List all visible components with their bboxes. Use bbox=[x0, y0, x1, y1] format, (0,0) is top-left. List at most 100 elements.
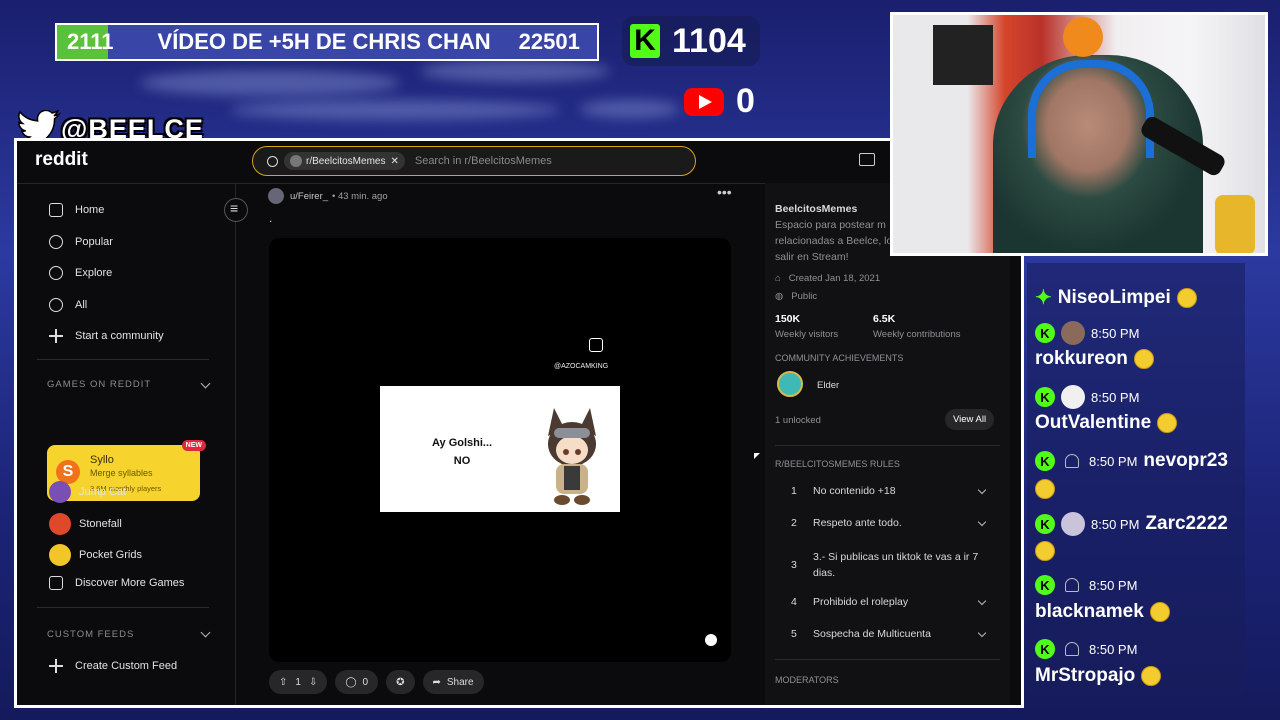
more-options-icon[interactable]: ••• bbox=[717, 184, 732, 200]
search-input[interactable]: Search in r/BeelcitosMemes bbox=[415, 155, 552, 167]
view-all-button[interactable]: View All bbox=[945, 409, 995, 430]
emote-icon bbox=[1176, 287, 1197, 308]
explore-icon bbox=[49, 266, 63, 280]
rule-item[interactable]: 5 Sospecha de Multicuenta bbox=[791, 628, 991, 640]
home-icon bbox=[49, 203, 63, 217]
nav-explore[interactable]: Explore bbox=[49, 266, 112, 280]
advertise-icon[interactable] bbox=[859, 153, 875, 166]
rule-item[interactable]: 3 3.- Si publicas un tiktok te vas a ir 7… bbox=[791, 549, 991, 581]
award-button[interactable]: ✪ bbox=[386, 670, 415, 694]
reddit-topbar: reddit r/BeelcitosMemes ✕ Search in r/Be… bbox=[17, 141, 1021, 184]
game-label: Pocket Grids bbox=[79, 549, 142, 561]
nav-label: All bbox=[75, 299, 88, 311]
gamepad-icon bbox=[49, 576, 63, 590]
kick-logo-icon: K bbox=[630, 24, 660, 58]
chat-username[interactable]: blacknamek bbox=[1035, 601, 1144, 623]
default-avatar-icon bbox=[1065, 454, 1079, 468]
close-icon[interactable]: ✕ bbox=[390, 156, 398, 167]
chat-time: 8:50 PM bbox=[1089, 453, 1138, 469]
chevron-down-icon bbox=[977, 485, 987, 495]
collapse-nav-button[interactable] bbox=[224, 198, 248, 222]
meme-frame: Ay Golshi... NO bbox=[380, 386, 620, 512]
chat-username[interactable]: rokkureon bbox=[1035, 348, 1128, 370]
chat-time: 8:50 PM bbox=[1089, 641, 1138, 657]
left-sidebar: Home Popular Explore All Start a communi… bbox=[17, 183, 236, 705]
create-custom-feed[interactable]: Create Custom Feed bbox=[49, 659, 177, 673]
comments-button[interactable]: ◯ 0 bbox=[335, 670, 379, 694]
chevron-down-icon[interactable] bbox=[200, 378, 211, 389]
subreddit-search-chip[interactable]: r/BeelcitosMemes ✕ bbox=[284, 152, 405, 170]
community-visibility: ◍ Public bbox=[775, 291, 817, 302]
volume-icon[interactable] bbox=[705, 634, 717, 646]
post-actions: ⇧ 1 ⇩ ◯ 0 ✪ ➦ Share bbox=[269, 670, 484, 694]
share-button[interactable]: ➦ Share bbox=[422, 670, 484, 694]
search-bar[interactable]: r/BeelcitosMemes ✕ Search in r/Beelcitos… bbox=[252, 146, 696, 176]
share-icon: ➦ bbox=[432, 676, 441, 688]
chevron-down-icon bbox=[977, 596, 987, 606]
room-window bbox=[933, 25, 993, 85]
weekly-contributions-label: Weekly contributions bbox=[873, 329, 961, 340]
kick-viewers: 1104 bbox=[672, 21, 746, 60]
rule-item[interactable]: 2 Respeto ante todo. bbox=[791, 517, 991, 529]
chat-username[interactable]: OutValentine bbox=[1035, 412, 1151, 434]
chat-username[interactable]: nevopr23 bbox=[1143, 450, 1227, 472]
nav-label: Popular bbox=[75, 236, 113, 248]
community-sidebar: BeelcitosMemes Espacio para postear m re… bbox=[765, 183, 1010, 705]
chat-message-text bbox=[1029, 541, 1055, 561]
emote-icon bbox=[1133, 349, 1154, 369]
emote-icon bbox=[1141, 666, 1162, 686]
upvote-icon[interactable]: ⇧ bbox=[279, 677, 287, 688]
games-section-header[interactable]: GAMES ON REDDIT bbox=[47, 379, 151, 390]
kick-badge-icon: K bbox=[1035, 514, 1055, 534]
video-player[interactable]: @AZOCAMKING Ay Golshi... NO bbox=[269, 238, 731, 662]
kick-viewer-count: K 1104 bbox=[622, 16, 760, 66]
nav-label: Home bbox=[75, 204, 105, 216]
downvote-icon[interactable]: ⇩ bbox=[309, 677, 317, 688]
rule-number: 2 bbox=[791, 517, 797, 529]
nav-popular[interactable]: Popular bbox=[49, 235, 113, 249]
all-icon bbox=[49, 298, 63, 312]
chat-time: 8:50 PM bbox=[1091, 325, 1140, 341]
headphones bbox=[1028, 60, 1154, 158]
game-title: Syllo bbox=[90, 454, 114, 466]
rule-number: 5 bbox=[791, 628, 797, 640]
chat-message: K 8:50 PM nevopr23 bbox=[1035, 450, 1228, 472]
chat-username[interactable]: Zarc2222 bbox=[1145, 513, 1227, 535]
chevron-down-icon bbox=[977, 628, 987, 638]
chat-message: K 8:50 PM bbox=[1035, 575, 1137, 595]
new-badge: NEW bbox=[181, 440, 206, 451]
nav-home[interactable]: Home bbox=[49, 203, 104, 217]
divider bbox=[775, 659, 1000, 660]
share-label: Share bbox=[446, 676, 474, 688]
custom-feeds-header[interactable]: CUSTOM FEEDS bbox=[47, 629, 134, 640]
rule-number: 3 bbox=[791, 559, 797, 571]
chevron-down-icon[interactable] bbox=[200, 627, 211, 638]
video-watermark: @AZOCAMKING bbox=[554, 363, 609, 370]
chat-username[interactable]: NiseoLimpei bbox=[1058, 287, 1171, 309]
post-author[interactable]: u/Feirer_ bbox=[290, 191, 328, 202]
chat-username[interactable]: MrStropajo bbox=[1035, 665, 1135, 687]
pocket-grids-icon bbox=[49, 544, 71, 566]
nav-start-community[interactable]: Start a community bbox=[49, 329, 164, 343]
reddit-logo[interactable]: reddit bbox=[35, 149, 88, 171]
game-jump-cat[interactable]: Jump Cat bbox=[49, 481, 126, 503]
chat-message-text: OutValentine bbox=[1035, 412, 1178, 434]
nav-label: Create Custom Feed bbox=[75, 660, 178, 672]
kick-badge-icon: K bbox=[1035, 323, 1055, 343]
discover-more-games[interactable]: Discover More Games bbox=[49, 576, 184, 590]
rule-item[interactable]: 1 No contenido +18 bbox=[791, 485, 991, 497]
community-name[interactable]: BeelcitosMemes bbox=[775, 203, 857, 215]
author-avatar[interactable] bbox=[268, 188, 284, 204]
user-avatar bbox=[1061, 512, 1085, 536]
game-stonefall[interactable]: Stonefall bbox=[49, 513, 122, 535]
game-pocket-grids[interactable]: Pocket Grids bbox=[49, 544, 142, 566]
youtube-viewer-count: 0 bbox=[684, 82, 755, 121]
achievement-badge-icon[interactable] bbox=[777, 371, 803, 397]
vote-count: 1 bbox=[295, 676, 301, 688]
rule-item[interactable]: 4 Prohibido el roleplay bbox=[791, 596, 991, 608]
plus-icon bbox=[49, 659, 63, 673]
chat-time: 8:50 PM bbox=[1091, 516, 1140, 532]
vote-control[interactable]: ⇧ 1 ⇩ bbox=[269, 670, 328, 694]
nav-all[interactable]: All bbox=[49, 298, 87, 312]
achievements-unlocked: 1 unlocked bbox=[775, 415, 821, 426]
